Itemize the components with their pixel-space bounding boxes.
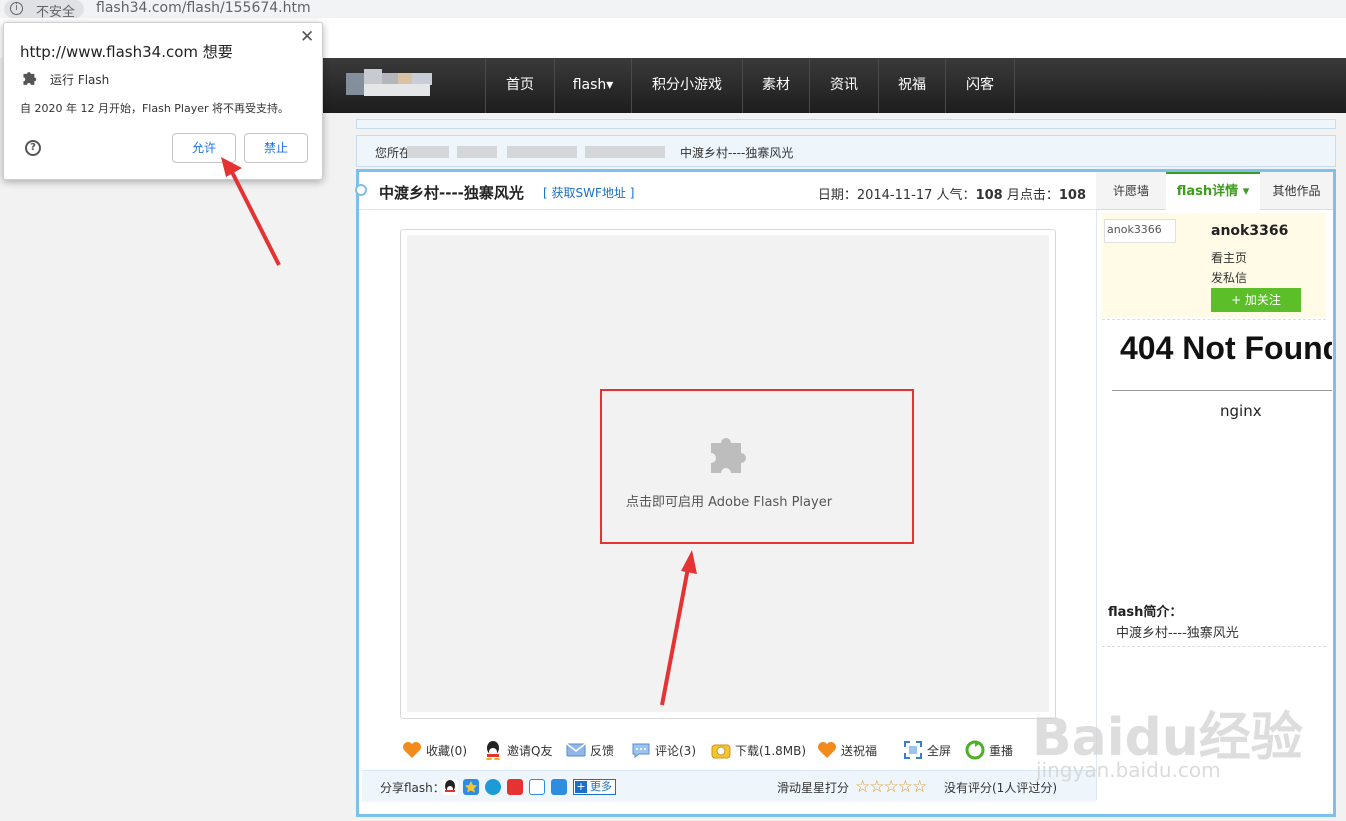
annotation-arrow-allow <box>221 157 281 266</box>
annotation-arrows <box>221 157 697 706</box>
annotation-arrow-flash <box>660 550 697 706</box>
